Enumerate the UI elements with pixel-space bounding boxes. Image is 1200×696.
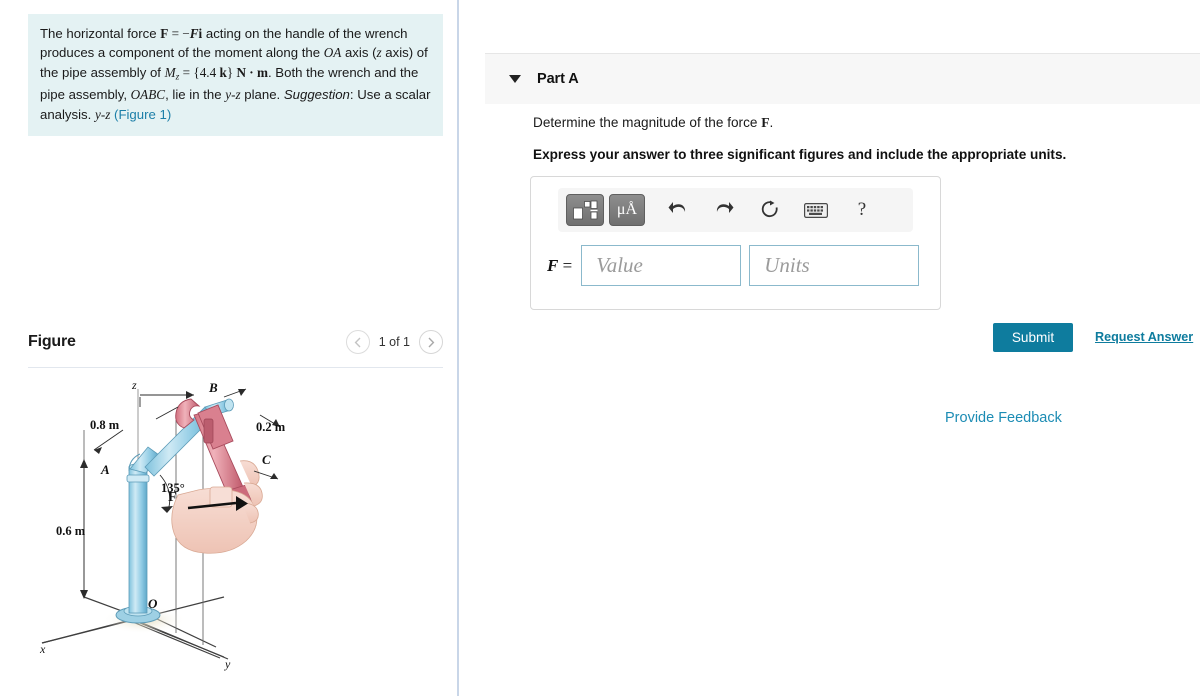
undo-icon[interactable] [661, 195, 695, 225]
help-icon[interactable]: ? [845, 195, 879, 225]
undo-icon-glyph [668, 202, 686, 213]
caret-down-icon[interactable] [509, 75, 521, 83]
minus-symbol: − [182, 26, 190, 41]
label-dim-0-2: 0.2 m [256, 420, 286, 434]
template-icon[interactable] [566, 194, 604, 226]
right-panel: Part A Determine the magnitude of the fo… [459, 0, 1200, 696]
figure-1-link[interactable]: (Figure 1) [114, 107, 171, 122]
keyboard-icon[interactable] [799, 195, 833, 225]
chevron-right-icon [428, 337, 435, 347]
reset-icon-glyph [761, 200, 778, 218]
keyboard-icon-glyph [804, 202, 828, 218]
answer-input-row: F = Value Units [547, 245, 920, 286]
page-root: The horizontal force F = −Fi acting on t… [0, 0, 1200, 696]
figure-page-indicator: 1 of 1 [378, 335, 410, 349]
k-unit-vector-symbol: k [219, 64, 227, 80]
label-force-f: F [168, 490, 177, 505]
part-a-title: Part A [537, 71, 579, 87]
answer-entry-panel: μÅ ? F = Value Units [530, 176, 941, 310]
question-text: Determine the magnitude of the force F. [533, 115, 773, 131]
problem-text-part7: plane. [240, 87, 284, 103]
figure-prev-button[interactable] [345, 330, 370, 354]
figure-next-button[interactable] [419, 330, 443, 354]
problem-text-part6: , lie in the [165, 87, 226, 103]
label-dim-0-6: 0.6 m [56, 524, 86, 538]
label-point-b: B [208, 380, 218, 395]
moment-equals: = [179, 64, 194, 80]
moment-value: 4.4 [199, 64, 220, 80]
figure-header: Figure 1 of 1 [28, 330, 443, 366]
provide-feedback-link[interactable]: Provide Feedback [945, 410, 1062, 426]
figure-divider [28, 367, 443, 368]
pipe-segment-oa [128, 466, 148, 614]
template-icon-glyph [573, 200, 598, 220]
label-point-o: O [148, 596, 158, 611]
units-icon-label: μÅ [616, 201, 638, 218]
label-point-c: C [262, 452, 271, 467]
suggestion-label: Suggestion [283, 87, 350, 103]
redo-icon[interactable] [707, 195, 741, 225]
answer-field-equals: = [558, 255, 573, 275]
part-a-header[interactable]: Part A [485, 53, 1200, 104]
oabc-symbol: OABC [130, 87, 166, 103]
chevron-left-icon [354, 337, 361, 347]
oa-axis-symbol: OA [323, 45, 342, 61]
left-panel: The horizontal force F = −Fi acting on t… [0, 0, 458, 696]
question-text-part1: Determine the magnitude of the force [533, 115, 762, 130]
equals-symbol: = [168, 26, 183, 41]
label-point-a: A [100, 462, 110, 477]
problem-text-part3: axis ( [341, 45, 377, 61]
answer-toolbar: μÅ ? [558, 188, 913, 232]
value-input[interactable]: Value [581, 245, 742, 286]
label-dim-0-8: 0.8 m [90, 418, 120, 432]
problem-text-part1: The horizontal force [40, 26, 161, 41]
hand-graphic [171, 460, 263, 554]
figure-image[interactable]: z x y O A B C 0.8 m 0.2 m 0.6 m 135° F [28, 375, 443, 690]
question-force-symbol: F [761, 115, 770, 130]
yz-plane-symbol-2: y-z [94, 106, 111, 122]
moment-units: N · m [233, 64, 268, 80]
force-magnitude-symbol: F [189, 26, 199, 41]
moment-symbol: M [164, 64, 176, 80]
submit-button[interactable]: Submit [993, 323, 1073, 352]
answer-instruction: Express your answer to three significant… [533, 147, 1067, 162]
units-icon[interactable]: μÅ [609, 194, 645, 226]
pipe-end-cap-b [224, 398, 234, 412]
figure-pager: 1 of 1 [345, 330, 443, 354]
reset-icon[interactable] [753, 195, 787, 225]
label-z-axis: z [131, 378, 137, 392]
help-icon-label: ? [857, 199, 867, 220]
wrench-screw [203, 418, 214, 444]
request-answer-link[interactable]: Request Answer [1095, 330, 1193, 344]
label-y-axis: y [224, 657, 231, 671]
label-x-axis: x [39, 642, 46, 656]
yz-plane-symbol-1: y-z [225, 87, 241, 103]
question-text-part2: . [769, 115, 774, 130]
redo-icon-glyph [716, 202, 734, 213]
figure-panel-title: Figure [28, 333, 76, 350]
answer-field-symbol: F [547, 255, 559, 275]
units-input[interactable]: Units [749, 245, 920, 286]
problem-statement: The horizontal force F = −Fi acting on t… [28, 14, 443, 137]
pipe-coupling [126, 474, 150, 483]
answer-field-label: F = [547, 256, 572, 276]
